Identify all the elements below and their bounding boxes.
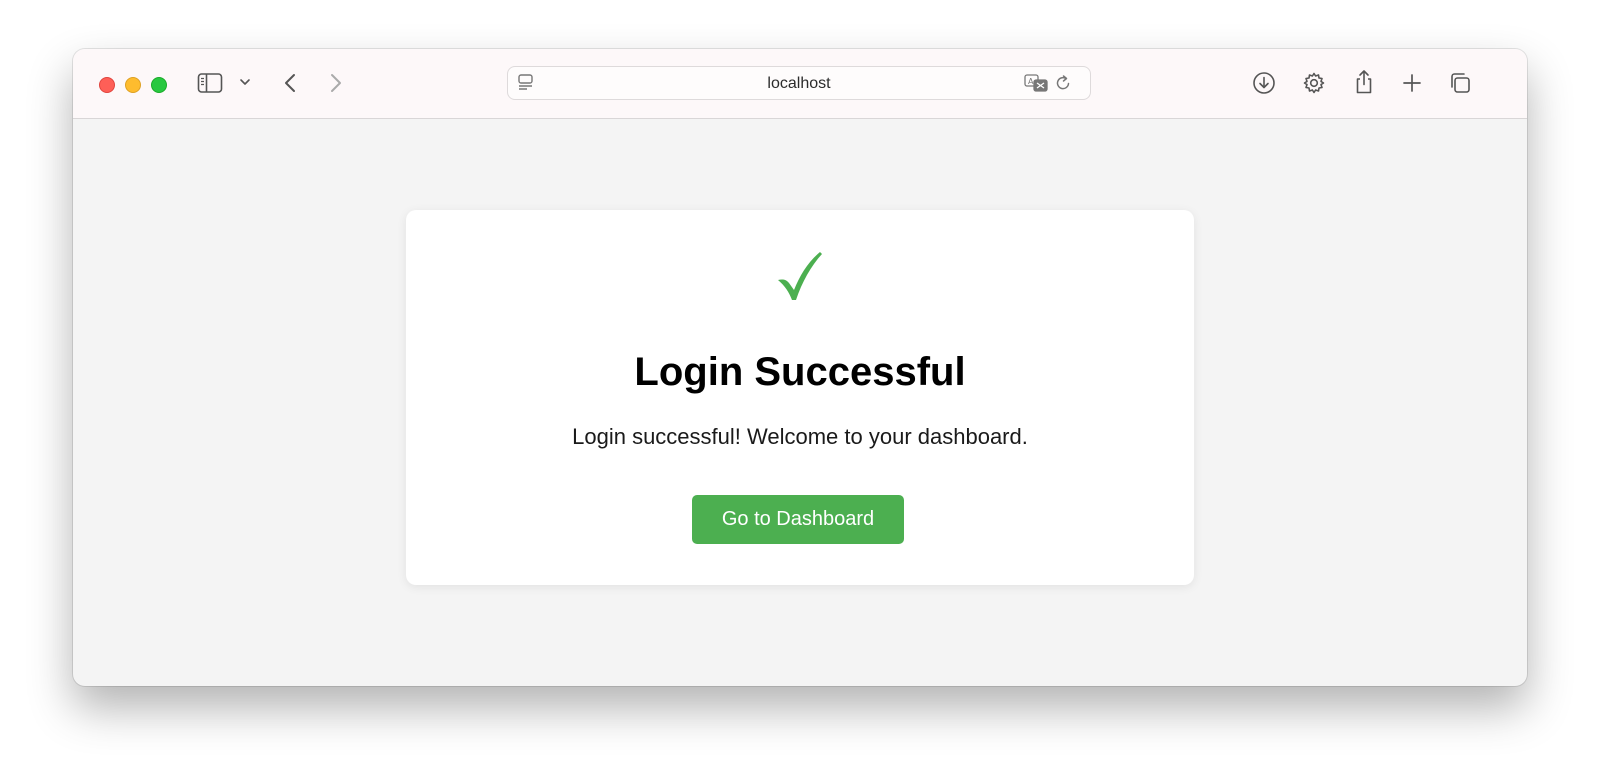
gear-icon[interactable] xyxy=(1301,70,1327,96)
chevron-down-icon[interactable] xyxy=(238,75,252,89)
checkmark-icon xyxy=(406,250,1194,306)
back-chevron-left-icon[interactable] xyxy=(280,70,300,96)
success-message: Login successful! Welcome to your dashbo… xyxy=(572,424,1028,449)
download-icon[interactable] xyxy=(1251,70,1277,96)
plus-icon[interactable] xyxy=(1399,70,1425,96)
svg-text:A: A xyxy=(1028,77,1034,86)
maximize-window-button[interactable] xyxy=(151,77,167,93)
login-success-card: Login Successful Login successful! Welco… xyxy=(406,210,1194,585)
address-bar[interactable]: localhost A xyxy=(507,66,1091,100)
browser-toolbar: localhost A xyxy=(73,49,1527,119)
browser-window: localhost A Login Successful Login succe… xyxy=(73,49,1527,686)
close-window-button[interactable] xyxy=(99,77,115,93)
share-icon[interactable] xyxy=(1351,68,1377,96)
reload-icon[interactable] xyxy=(1053,73,1073,93)
sidebar-icon[interactable] xyxy=(197,70,223,96)
go-to-dashboard-button[interactable]: Go to Dashboard xyxy=(692,495,904,544)
page-title: Login Successful xyxy=(634,350,966,394)
forward-chevron-right-icon[interactable] xyxy=(326,70,346,96)
minimize-window-button[interactable] xyxy=(125,77,141,93)
tab-overview-icon[interactable] xyxy=(1447,70,1473,96)
address-text[interactable]: localhost xyxy=(508,67,1090,100)
translate-icon[interactable]: A xyxy=(1023,73,1049,93)
